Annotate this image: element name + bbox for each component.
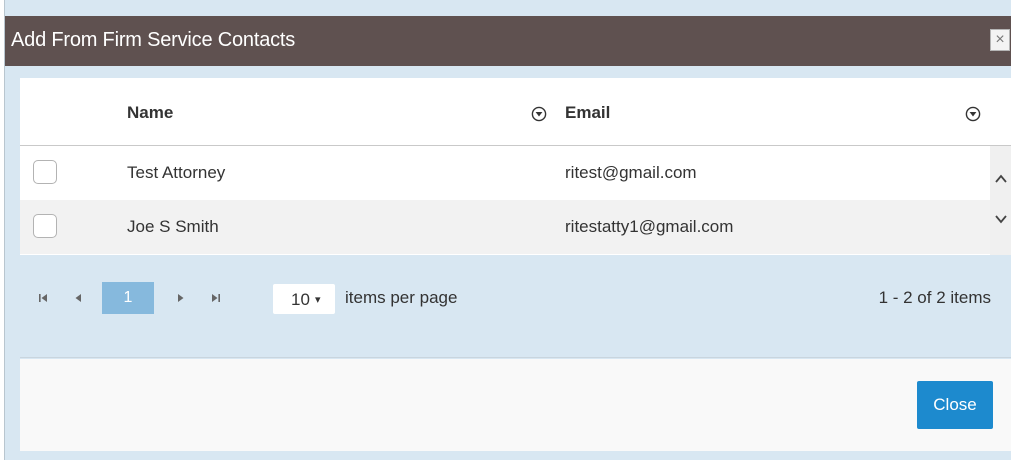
page-size-value: 10	[291, 290, 310, 309]
row-checkbox[interactable]	[33, 214, 57, 238]
contact-email: ritestatty1@gmail.com	[565, 217, 734, 236]
next-page-icon[interactable]	[175, 292, 187, 304]
current-page-button[interactable]: 1	[102, 282, 154, 314]
page-size-select[interactable]: 10 ▾	[273, 284, 335, 314]
table-row[interactable]: Test Attorney ritest@gmail.com	[20, 146, 990, 200]
previous-page-icon[interactable]	[72, 292, 84, 304]
scroll-down-icon[interactable]	[993, 211, 1009, 227]
contact-name: Joe S Smith	[127, 217, 219, 236]
page-size-label: items per page	[345, 288, 458, 307]
column-header-email[interactable]: Email	[565, 103, 610, 123]
contacts-grid: Name Email Test Attorney ritest@gmail.co…	[20, 78, 1011, 255]
column-header-name[interactable]: Name	[127, 103, 173, 123]
dialog-title: Add From Firm Service Contacts	[11, 29, 296, 51]
close-button[interactable]: Close	[917, 381, 993, 429]
first-page-icon[interactable]	[37, 292, 49, 304]
pager-info: 1 - 2 of 2 items	[878, 288, 991, 307]
scroll-up-icon[interactable]	[993, 171, 1009, 187]
contact-name: Test Attorney	[127, 163, 226, 182]
grid-pager: 1 10 ▾ items per page 1 - 2 of 2 items	[20, 255, 1011, 358]
table-row[interactable]: Joe S Smith ritestatty1@gmail.com	[20, 200, 990, 254]
dialog-footer: Close	[20, 359, 1011, 451]
chevron-down-icon: ▾	[315, 294, 321, 306]
last-page-icon[interactable]	[210, 292, 222, 304]
dialog-titlebar: Add From Firm Service Contacts ×	[5, 16, 1011, 66]
filter-icon[interactable]	[965, 106, 981, 122]
close-icon[interactable]: ×	[990, 29, 1010, 51]
add-contacts-dialog: Add From Firm Service Contacts × Name Em…	[4, 0, 1011, 460]
grid-scrollbar[interactable]	[990, 146, 1011, 255]
filter-icon[interactable]	[531, 106, 547, 122]
contact-email: ritest@gmail.com	[565, 163, 697, 182]
row-checkbox[interactable]	[33, 160, 57, 184]
grid-header: Name Email	[20, 78, 1011, 146]
